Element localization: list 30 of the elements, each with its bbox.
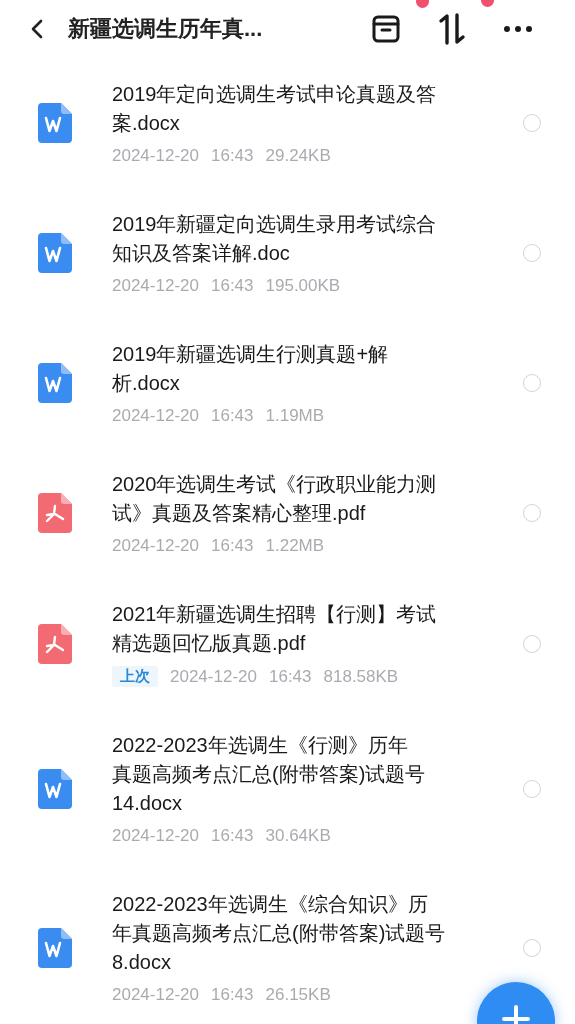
file-date: 2024-12-20 xyxy=(112,276,199,296)
file-name[interactable]: 2019年新疆选调生行测真题+解 析.docx xyxy=(112,340,503,398)
file-time: 16:43 xyxy=(210,536,254,556)
file-name[interactable]: 2019年新疆定向选调生录用考试综合 知识及答案详解.doc xyxy=(112,210,503,268)
file-size: 818.58KB xyxy=(323,666,399,687)
file-time: 16:43 xyxy=(210,985,254,1005)
file-size: 30.64KB xyxy=(265,826,331,846)
file-name[interactable]: 2022-2023年选调生《行测》历年 真题高频考点汇总(附带答案)试题号 14.docx xyxy=(112,731,503,818)
file-name[interactable]: 2019年定向选调生考试申论真题及答 案.docx xyxy=(112,80,503,138)
file-size: 1.22MB xyxy=(265,536,325,556)
last-opened-tag: 上次 xyxy=(112,666,158,687)
file-time: 16:43 xyxy=(210,276,254,296)
file-time: 16:43 xyxy=(210,406,254,426)
file-size: 29.24KB xyxy=(265,146,331,166)
file-size: 26.15KB xyxy=(265,985,331,1005)
file-name[interactable]: 2022-2023年选调生《综合知识》历 年真题高频考点汇总(附带答案)试题号 8.docx xyxy=(112,890,503,977)
file-date: 2024-12-20 xyxy=(112,406,199,426)
file-size: 195.00KB xyxy=(265,276,341,296)
folder-title: 新疆选调生历年真... xyxy=(68,15,264,43)
file-time: 16:43 xyxy=(210,146,254,166)
file-date: 2024-12-20 xyxy=(112,146,199,166)
file-size: 1.19MB xyxy=(265,406,325,426)
file-date: 2024-12-20 xyxy=(112,826,199,846)
file-name[interactable]: 2021年新疆选调生招聘【行测】考试 精选题回忆版真题.pdf xyxy=(112,600,503,658)
file-date: 2024-12-20 xyxy=(170,666,257,687)
file-time: 16:43 xyxy=(268,666,312,687)
file-date: 2024-12-20 xyxy=(112,985,199,1005)
file-name[interactable]: 2020年选调生考试《行政职业能力测 试》真题及答案精心整理.pdf xyxy=(112,470,503,528)
file-time: 16:43 xyxy=(210,826,254,846)
file-date: 2024-12-20 xyxy=(112,536,199,556)
